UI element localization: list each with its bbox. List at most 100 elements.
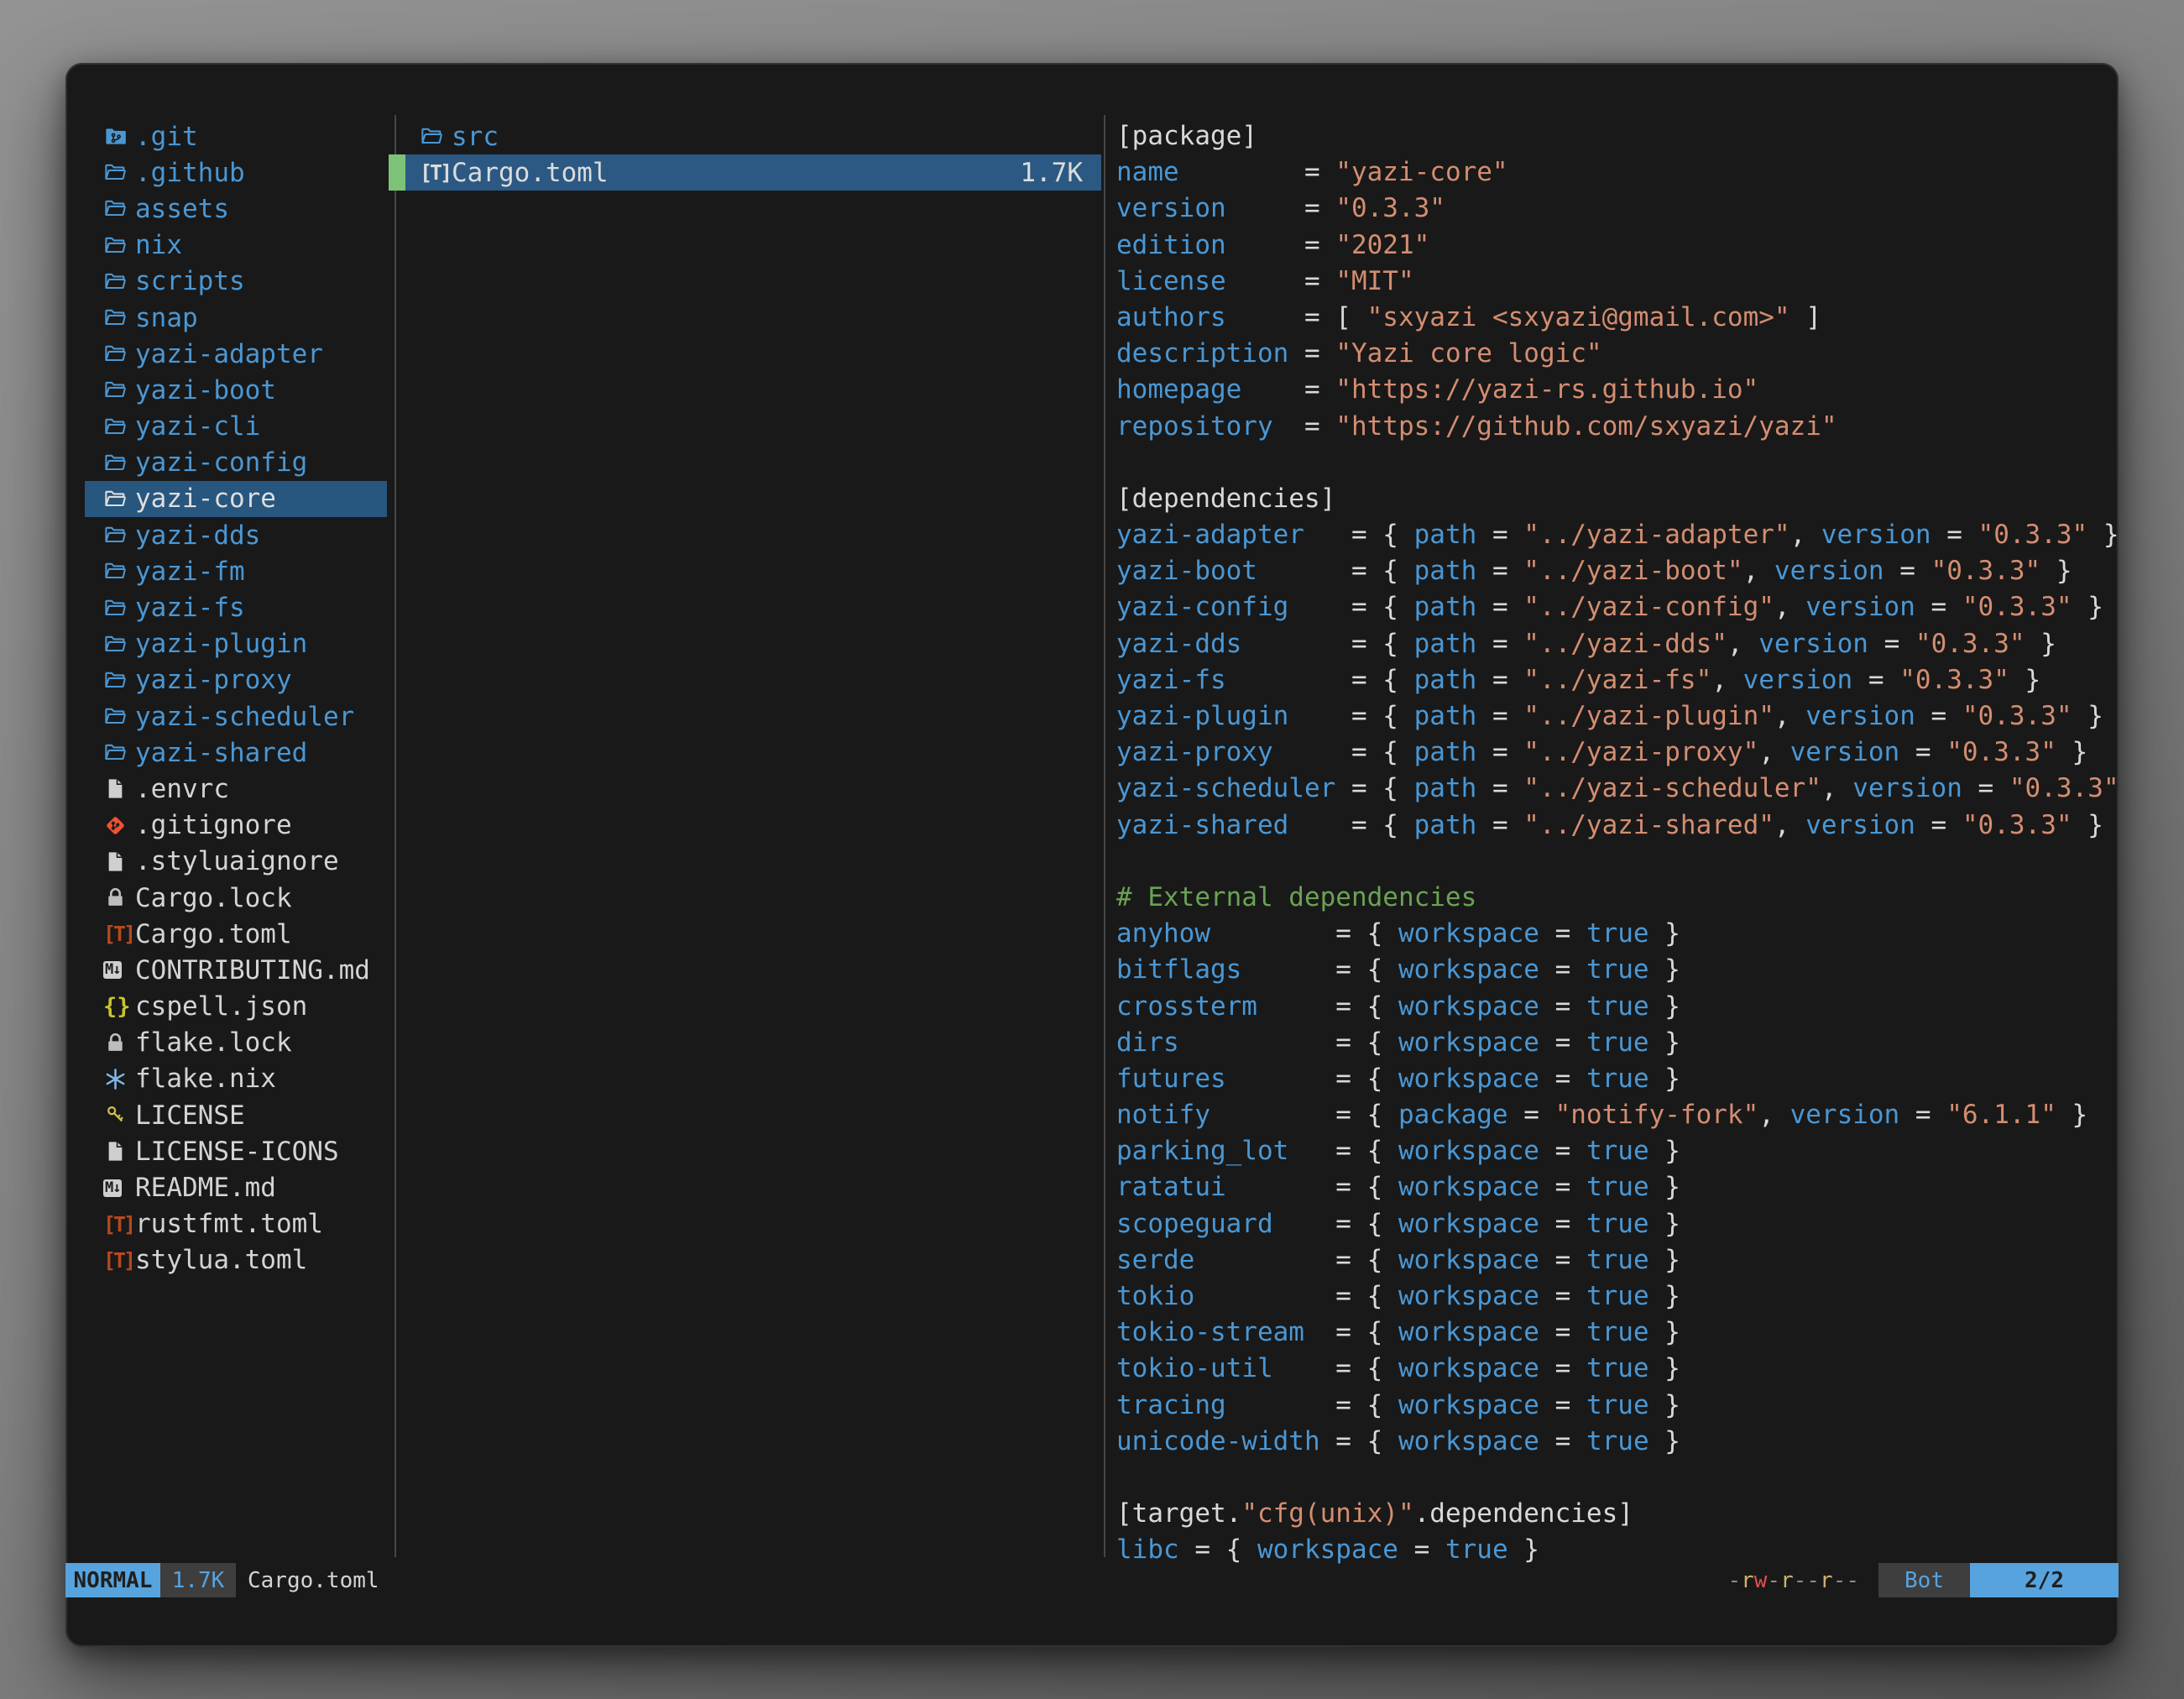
preview-line: unicode-width = { workspace = true } bbox=[1116, 1424, 2119, 1460]
preview-line: yazi-config = { path = "../yazi-config",… bbox=[1116, 589, 2119, 625]
item-label: CONTRIBUTING.md bbox=[135, 955, 370, 985]
list-item[interactable]: scripts bbox=[65, 264, 394, 300]
list-item[interactable]: Cargo.lock bbox=[65, 880, 394, 916]
folder-open-icon bbox=[103, 378, 135, 402]
item-label: yazi-plugin bbox=[135, 629, 307, 659]
folder-open-icon bbox=[103, 196, 135, 221]
list-item[interactable]: M↓CONTRIBUTING.md bbox=[65, 952, 394, 988]
folder-open-icon bbox=[103, 415, 135, 439]
list-item[interactable]: yazi-config bbox=[65, 445, 394, 481]
file-preview-pane[interactable]: [package]name = "yazi-core"version = "0.… bbox=[1116, 118, 2119, 1569]
list-item[interactable]: M↓README.md bbox=[65, 1169, 394, 1205]
folder-open-icon bbox=[420, 124, 452, 149]
preview-line: [dependencies] bbox=[1116, 481, 2119, 517]
preview-line: # External dependencies bbox=[1116, 880, 2119, 916]
preview-line: yazi-shared = { path = "../yazi-shared",… bbox=[1116, 808, 2119, 844]
list-item[interactable]: nix bbox=[65, 227, 394, 264]
list-item[interactable]: [T]rustfmt.toml bbox=[65, 1206, 394, 1242]
list-item[interactable]: yazi-adapter bbox=[65, 336, 394, 372]
toml-icon: [T] bbox=[103, 1248, 135, 1273]
lock-icon bbox=[103, 886, 135, 910]
file-icon bbox=[103, 850, 135, 874]
list-item[interactable]: {}cspell.json bbox=[65, 989, 394, 1025]
preview-line: notify = { package = "notify-fork", vers… bbox=[1116, 1097, 2119, 1133]
item-label: flake.lock bbox=[135, 1027, 292, 1058]
desktop-background: .git.githubassetsnix scripts snapyazi-adap… bbox=[0, 0, 2184, 1699]
list-item[interactable]: yazi-shared bbox=[65, 734, 394, 771]
list-item[interactable]: assets bbox=[65, 191, 394, 227]
file-permissions: -rw-r--r-- bbox=[1727, 1563, 1859, 1597]
folder-open-icon bbox=[103, 632, 135, 656]
list-item[interactable]: .styluaignore bbox=[65, 844, 394, 880]
list-item[interactable]: yazi-core bbox=[85, 481, 387, 517]
git-folder-icon bbox=[103, 124, 135, 149]
status-bar: NORMAL 1.7K Cargo.toml -rw-r--r-- Bot 2/… bbox=[65, 1563, 2119, 1597]
item-label: src bbox=[452, 122, 499, 152]
status-filename: Cargo.toml bbox=[248, 1563, 379, 1597]
preview-line: ratatui = { workspace = true } bbox=[1116, 1169, 2119, 1205]
list-item[interactable]: yazi-boot bbox=[65, 372, 394, 408]
preview-line: serde = { workspace = true } bbox=[1116, 1242, 2119, 1278]
scroll-position-badge: Bot bbox=[1878, 1563, 1970, 1597]
preview-line: description = "Yazi core logic" bbox=[1116, 336, 2119, 372]
list-item[interactable]: yazi-fm bbox=[65, 553, 394, 589]
item-label: yazi-scheduler bbox=[135, 702, 354, 732]
item-label: Cargo.toml bbox=[135, 919, 292, 949]
list-item[interactable]: LICENSE-ICONS bbox=[65, 1133, 394, 1169]
list-item[interactable]: yazi-scheduler bbox=[65, 698, 394, 734]
folder-open-icon bbox=[103, 596, 135, 620]
list-item[interactable]: .gitignore bbox=[65, 808, 394, 844]
preview-line: futures = { workspace = true } bbox=[1116, 1061, 2119, 1097]
list-item[interactable]: flake.nix bbox=[65, 1061, 394, 1097]
list-item[interactable]: src bbox=[389, 118, 1101, 154]
list-item[interactable]: [T]Cargo.toml1.7K bbox=[389, 154, 1101, 191]
list-item[interactable]: yazi-proxy bbox=[65, 662, 394, 698]
folder-open-icon bbox=[103, 487, 135, 511]
item-label: .envrc bbox=[135, 774, 229, 804]
toml-icon: [T] bbox=[103, 1212, 135, 1236]
list-item[interactable]: yazi-cli bbox=[65, 409, 394, 445]
item-label: nix bbox=[135, 230, 182, 260]
item-label: .styluaignore bbox=[135, 846, 339, 876]
preview-line: repository = "https://github.com/sxyazi/… bbox=[1116, 409, 2119, 445]
item-label: yazi-boot bbox=[135, 375, 276, 405]
preview-line: version = "0.3.3" bbox=[1116, 191, 2119, 227]
preview-line: dirs = { workspace = true } bbox=[1116, 1025, 2119, 1061]
markdown-icon: M↓ bbox=[103, 1179, 135, 1197]
preview-line bbox=[1116, 844, 2119, 880]
list-item[interactable]: [T]Cargo.toml bbox=[65, 916, 394, 952]
list-item[interactable]: .git bbox=[65, 118, 394, 154]
item-label: rustfmt.toml bbox=[135, 1209, 323, 1239]
item-label: LICENSE-ICONS bbox=[135, 1137, 339, 1167]
item-label: yazi-fs bbox=[135, 593, 245, 623]
list-item[interactable]: snap bbox=[65, 300, 394, 336]
folder-open-icon bbox=[103, 559, 135, 583]
list-item[interactable]: yazi-dds bbox=[65, 517, 394, 553]
preview-line: yazi-dds = { path = "../yazi-dds", versi… bbox=[1116, 626, 2119, 662]
key-icon bbox=[103, 1103, 135, 1127]
list-item[interactable]: yazi-fs bbox=[65, 589, 394, 625]
list-item[interactable]: .github bbox=[65, 154, 394, 191]
preview-line: anyhow = { workspace = true } bbox=[1116, 916, 2119, 952]
list-item[interactable]: LICENSE bbox=[65, 1097, 394, 1133]
item-label: .git bbox=[135, 122, 198, 152]
preview-line bbox=[1116, 1460, 2119, 1496]
list-item[interactable]: [T]stylua.toml bbox=[65, 1242, 394, 1278]
folder-open-icon bbox=[103, 306, 135, 330]
item-label: LICENSE bbox=[135, 1100, 245, 1131]
item-label: scripts bbox=[135, 266, 245, 296]
file-counter-badge: 2/2 bbox=[1970, 1563, 2119, 1597]
preview-line: license = "MIT" bbox=[1116, 264, 2119, 300]
file-icon bbox=[103, 776, 135, 801]
list-item[interactable]: yazi-plugin bbox=[65, 626, 394, 662]
list-item[interactable]: flake.lock bbox=[65, 1025, 394, 1061]
toml-icon: [T] bbox=[420, 160, 452, 185]
list-item[interactable]: .envrc bbox=[65, 771, 394, 807]
preview-line: name = "yazi-core" bbox=[1116, 154, 2119, 191]
json-icon: {} bbox=[103, 994, 135, 1020]
item-label: Cargo.lock bbox=[135, 883, 292, 913]
preview-line: yazi-proxy = { path = "../yazi-proxy", v… bbox=[1116, 734, 2119, 771]
item-label: yazi-adapter bbox=[135, 339, 323, 369]
item-label: yazi-cli bbox=[135, 411, 260, 442]
pane-divider-left bbox=[394, 115, 396, 1557]
